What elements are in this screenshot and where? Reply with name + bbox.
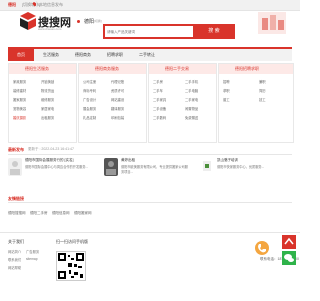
divider: [8, 154, 292, 155]
top-bar: 德阳 [切换城市] 本地信息发布: [0, 0, 300, 11]
footer-link[interactable]: 网站帮助: [8, 265, 21, 270]
logo-url: www.dnsoso.com: [38, 27, 62, 31]
panel-link[interactable]: 普工: [223, 97, 230, 102]
wechat-icon[interactable]: [282, 251, 296, 265]
panel-title[interactable]: 德阳二手交易: [149, 64, 216, 74]
footer-link[interactable]: sitemap: [26, 257, 38, 261]
footer-about-title: 关于我们: [8, 239, 24, 244]
divider: [8, 202, 292, 203]
panel-link[interactable]: 出租服务: [41, 115, 54, 120]
nav-item-life[interactable]: 生活服务: [36, 49, 66, 61]
main-nav: 首页 生活服务 德阳商务 招聘求职 二手转让: [8, 47, 292, 61]
footer-link[interactable]: 联系我们: [8, 257, 21, 262]
news-name[interactable]: 凯山骆子培训: [217, 158, 238, 163]
panel-title[interactable]: 德阳商务服务: [79, 64, 146, 74]
panel-secondhand: 德阳二手交易 二手房 二手手机 二手车 二手电脑 二手家具 二手家电 二手设备 …: [148, 63, 217, 143]
current-city[interactable]: 德阳: [8, 2, 16, 8]
panel-link[interactable]: 二手房: [153, 79, 163, 84]
qr-code-icon: [56, 251, 86, 281]
panel-link[interactable]: 网站建设: [111, 97, 124, 102]
panel-link[interactable]: 物流货运: [41, 88, 54, 93]
qr-title: 扫一扫访问手机版: [56, 239, 88, 244]
avatar: [8, 158, 22, 176]
news-card[interactable]: 德阳市国际会展服务行的 [实名] 德阳市国际会展中心与周边合作的开发服务...: [8, 158, 96, 184]
search-input[interactable]: [107, 28, 191, 35]
city-switch-link[interactable]: [切换]: [94, 19, 102, 23]
avatar: [200, 158, 214, 176]
news-desc: 德阳市欧美服务有限公司，专业提供搬家公司服务项目...: [121, 165, 188, 174]
switch-city-link[interactable]: [切换城市]: [22, 2, 40, 8]
panel-link[interactable]: 广告设计: [83, 97, 96, 102]
panel-link[interactable]: 技工: [259, 97, 266, 102]
panel-link[interactable]: 闲置物品: [185, 106, 198, 111]
panel-jobs: 德阳招聘求职 招聘 兼职 求职 简历 普工 技工: [218, 63, 294, 143]
city-name: 德阳: [84, 19, 95, 25]
publish-info-link[interactable]: 本地信息发布: [39, 2, 63, 8]
panel-link[interactable]: 兼职: [259, 79, 266, 84]
news-card[interactable]: 凯山骆子培训 德阳市快家服务中心，优质服务...: [200, 158, 288, 184]
friend-link[interactable]: 德阳搜搜网: [8, 211, 26, 216]
friend-link[interactable]: 德阳二手房: [30, 211, 48, 216]
panel-link[interactable]: 资质许可: [111, 88, 124, 93]
panel-link[interactable]: 家居家电: [41, 106, 54, 111]
news-desc: 德阳市国际会展中心与周边合作的开发服务...: [25, 165, 89, 169]
back-to-top-icon[interactable]: [282, 235, 296, 249]
panel-title[interactable]: 德阳招聘求职: [219, 64, 293, 74]
panel-link[interactable]: 宠物美容: [13, 106, 26, 111]
panel-life-services: 德阳生活服务 家政服务 开锁换锁 装修建材 物流货运 搬家服务 维修服务 宠物美…: [8, 63, 77, 143]
divider: [36, 1, 37, 7]
panel-link[interactable]: 商标专利: [83, 88, 96, 93]
search-button[interactable]: 搜 索: [193, 24, 235, 39]
nav-item-home[interactable]: 首页: [8, 49, 34, 61]
panel-link[interactable]: 展会服务: [83, 106, 96, 111]
section-title-latest: 最新发布: [8, 147, 24, 152]
news-card[interactable]: 黄婷出租 德阳市欧美服务有限公司，专业提供搬家公司服务项目...: [104, 158, 192, 184]
panel-link[interactable]: 翻译服务: [111, 106, 124, 111]
panel-link[interactable]: 二手家具: [153, 97, 166, 102]
panel-link[interactable]: 免费赠送: [185, 115, 198, 120]
panel-link[interactable]: 代理记账: [111, 79, 124, 84]
panel-link[interactable]: 二手手机: [185, 79, 198, 84]
panel-link[interactable]: 家政服务: [13, 79, 26, 84]
update-time: 更新于 : 2022-04-23 16:41:47: [28, 147, 74, 151]
panel-link[interactable]: 二手数码: [153, 115, 166, 120]
panel-link[interactable]: 二手车: [153, 88, 163, 93]
panel-link[interactable]: 礼品定制: [83, 115, 96, 120]
panel-link[interactable]: 维修服务: [41, 97, 54, 102]
panel-link[interactable]: 二手设备: [153, 106, 166, 111]
footer: 关于我们 网站简介 广告服务 联系我们 sitemap 网站帮助 扫一扫访问手机…: [0, 232, 300, 301]
brand-banner-image: [258, 12, 286, 34]
panel-link[interactable]: 婚庆摄影: [13, 115, 26, 120]
panel-link[interactable]: 搬家服务: [13, 97, 26, 102]
avatar: [104, 158, 118, 176]
news-name[interactable]: 德阳市国际会展服务行的 [实名]: [25, 158, 73, 163]
phone-icon: [255, 241, 269, 255]
panel-link[interactable]: 二手电脑: [185, 88, 198, 93]
news-name[interactable]: 黄婷出租: [121, 158, 135, 163]
panel-link[interactable]: 印刷包装: [111, 115, 124, 120]
news-desc: 德阳市快家服务中心，优质服务...: [217, 165, 265, 169]
panel-link[interactable]: 二手家电: [185, 97, 198, 102]
logo-icon[interactable]: [20, 12, 36, 30]
friend-link[interactable]: 德阳搬家网: [74, 211, 92, 216]
panel-title[interactable]: 德阳生活服务: [9, 64, 76, 74]
friend-link[interactable]: 德阳信息网: [52, 211, 70, 216]
city-dot-icon: [77, 20, 80, 23]
footer-link[interactable]: 广告服务: [26, 249, 39, 254]
nav-item-secondhand[interactable]: 二手转让: [132, 49, 162, 61]
panel-link[interactable]: 简历: [259, 88, 266, 93]
panel-link[interactable]: 求职: [223, 88, 230, 93]
panel-link[interactable]: 装修建材: [13, 88, 26, 93]
search-box: 搜 索: [103, 24, 235, 39]
panel-link[interactable]: 招聘: [223, 79, 230, 84]
panel-link[interactable]: 开锁换锁: [41, 79, 54, 84]
panel-business-services: 德阳商务服务 公司注册 代理记账 商标专利 资质许可 广告设计 网站建设 展会服…: [78, 63, 147, 143]
footer-link[interactable]: 网站简介: [8, 249, 21, 254]
panel-link[interactable]: 公司注册: [83, 79, 96, 84]
nav-item-jobs[interactable]: 招聘求职: [100, 49, 130, 61]
nav-item-business[interactable]: 德阳商务: [68, 49, 98, 61]
